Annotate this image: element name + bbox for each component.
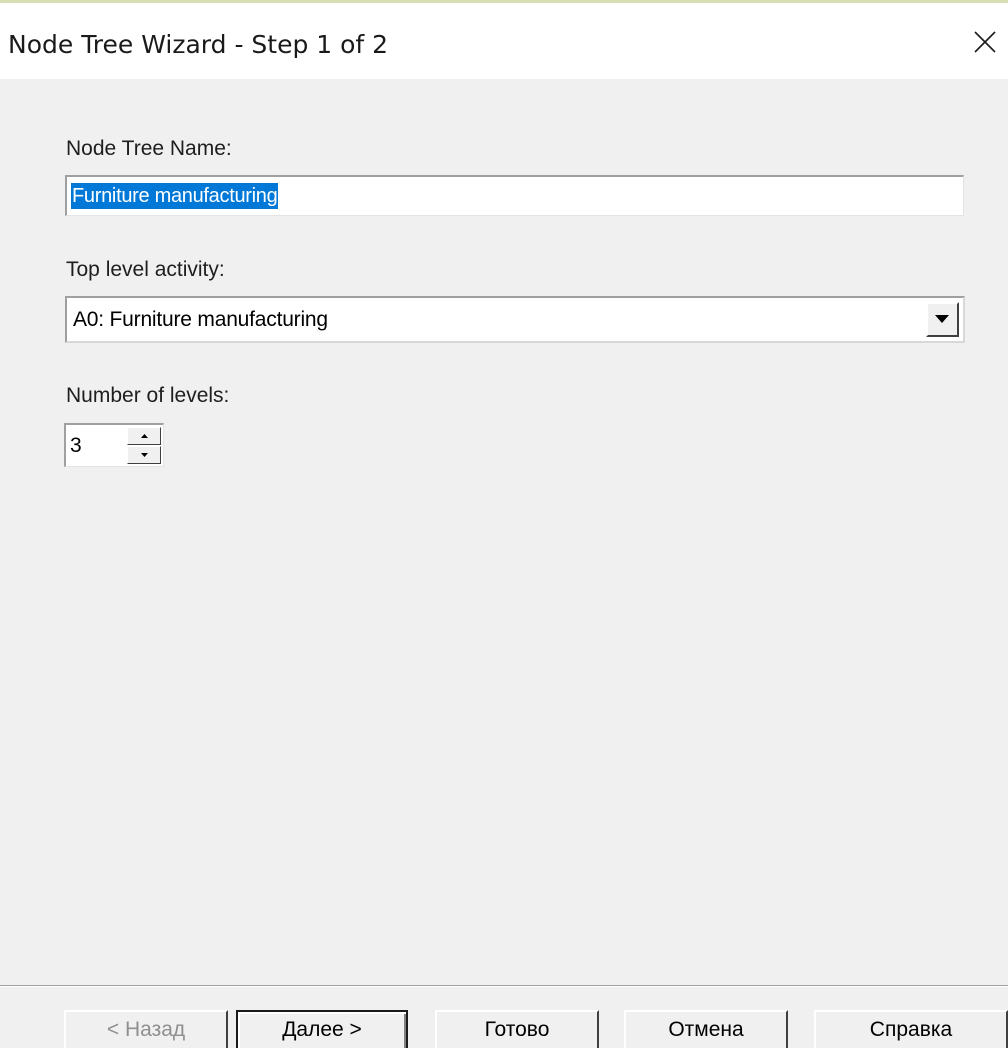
node-tree-name-label: Node Tree Name: xyxy=(66,137,232,160)
arrow-up-icon xyxy=(141,434,148,438)
button-separator xyxy=(0,985,1008,987)
next-button[interactable]: Далее > xyxy=(236,1010,408,1048)
close-button[interactable] xyxy=(962,3,1008,79)
title-bar[interactable]: Node Tree Wizard - Step 1 of 2 xyxy=(0,3,1008,79)
number-of-levels-label: Number of levels: xyxy=(66,384,230,407)
arrow-down-icon xyxy=(141,453,148,457)
finish-button[interactable]: Готово xyxy=(435,1010,599,1048)
dropdown-button[interactable] xyxy=(926,302,959,337)
spin-down-button[interactable] xyxy=(127,446,161,464)
cancel-button[interactable]: Отмена xyxy=(624,1010,788,1048)
chevron-down-icon xyxy=(935,315,949,323)
top-level-activity-select[interactable]: A0: Furniture manufacturing xyxy=(65,296,965,343)
top-level-activity-label: Top level activity: xyxy=(66,258,225,281)
back-button[interactable]: < Назад xyxy=(64,1010,228,1048)
node-tree-name-value: Furniture manufacturing xyxy=(71,183,279,209)
number-of-levels-value: 3 xyxy=(70,434,82,457)
close-icon xyxy=(974,31,996,53)
node-tree-name-input[interactable]: Furniture manufacturing xyxy=(65,175,964,216)
window-title: Node Tree Wizard - Step 1 of 2 xyxy=(8,30,389,59)
number-of-levels-stepper[interactable]: 3 xyxy=(64,423,164,467)
node-tree-wizard-dialog: Node Tree Wizard - Step 1 of 2 Node Tree… xyxy=(0,0,1008,1048)
help-button[interactable]: Справка xyxy=(814,1010,1008,1048)
top-level-activity-value: A0: Furniture manufacturing xyxy=(73,308,328,331)
spin-buttons xyxy=(127,427,161,464)
spin-up-button[interactable] xyxy=(127,427,161,445)
